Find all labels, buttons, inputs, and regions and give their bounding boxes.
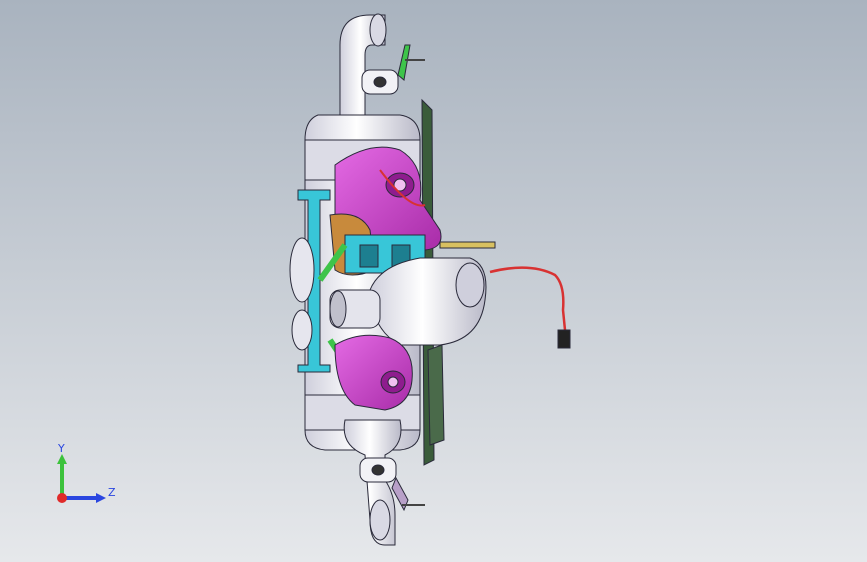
- y-axis-label: Y: [57, 442, 65, 455]
- lower-pipe-opening: [369, 499, 391, 541]
- x-axis-origin: [57, 493, 67, 503]
- turbo-inlet: [455, 262, 485, 308]
- heat-shield-lower[interactable]: [427, 344, 445, 446]
- left-flange[interactable]: [289, 237, 315, 303]
- left-flange-lower[interactable]: [291, 309, 313, 351]
- coordinate-triad: Y Z: [57, 442, 116, 503]
- y-axis-arrowhead: [57, 454, 67, 464]
- lower-mount-hole: [371, 464, 385, 476]
- sensor-connector[interactable]: [557, 329, 571, 349]
- upper-pipe-opening: [369, 13, 387, 47]
- actuator-rod[interactable]: [439, 241, 496, 249]
- compressor-outlet-face: [329, 290, 347, 328]
- z-axis-label: Z: [108, 486, 116, 499]
- graphics-viewport[interactable]: Y Z: [0, 0, 867, 562]
- z-axis-arrowhead: [96, 493, 106, 503]
- cyan-clamp-block-inner: [359, 244, 379, 268]
- lower-manifold-port-inner: [387, 376, 399, 388]
- model-canvas[interactable]: [0, 0, 867, 562]
- upper-mount-hole: [373, 76, 387, 88]
